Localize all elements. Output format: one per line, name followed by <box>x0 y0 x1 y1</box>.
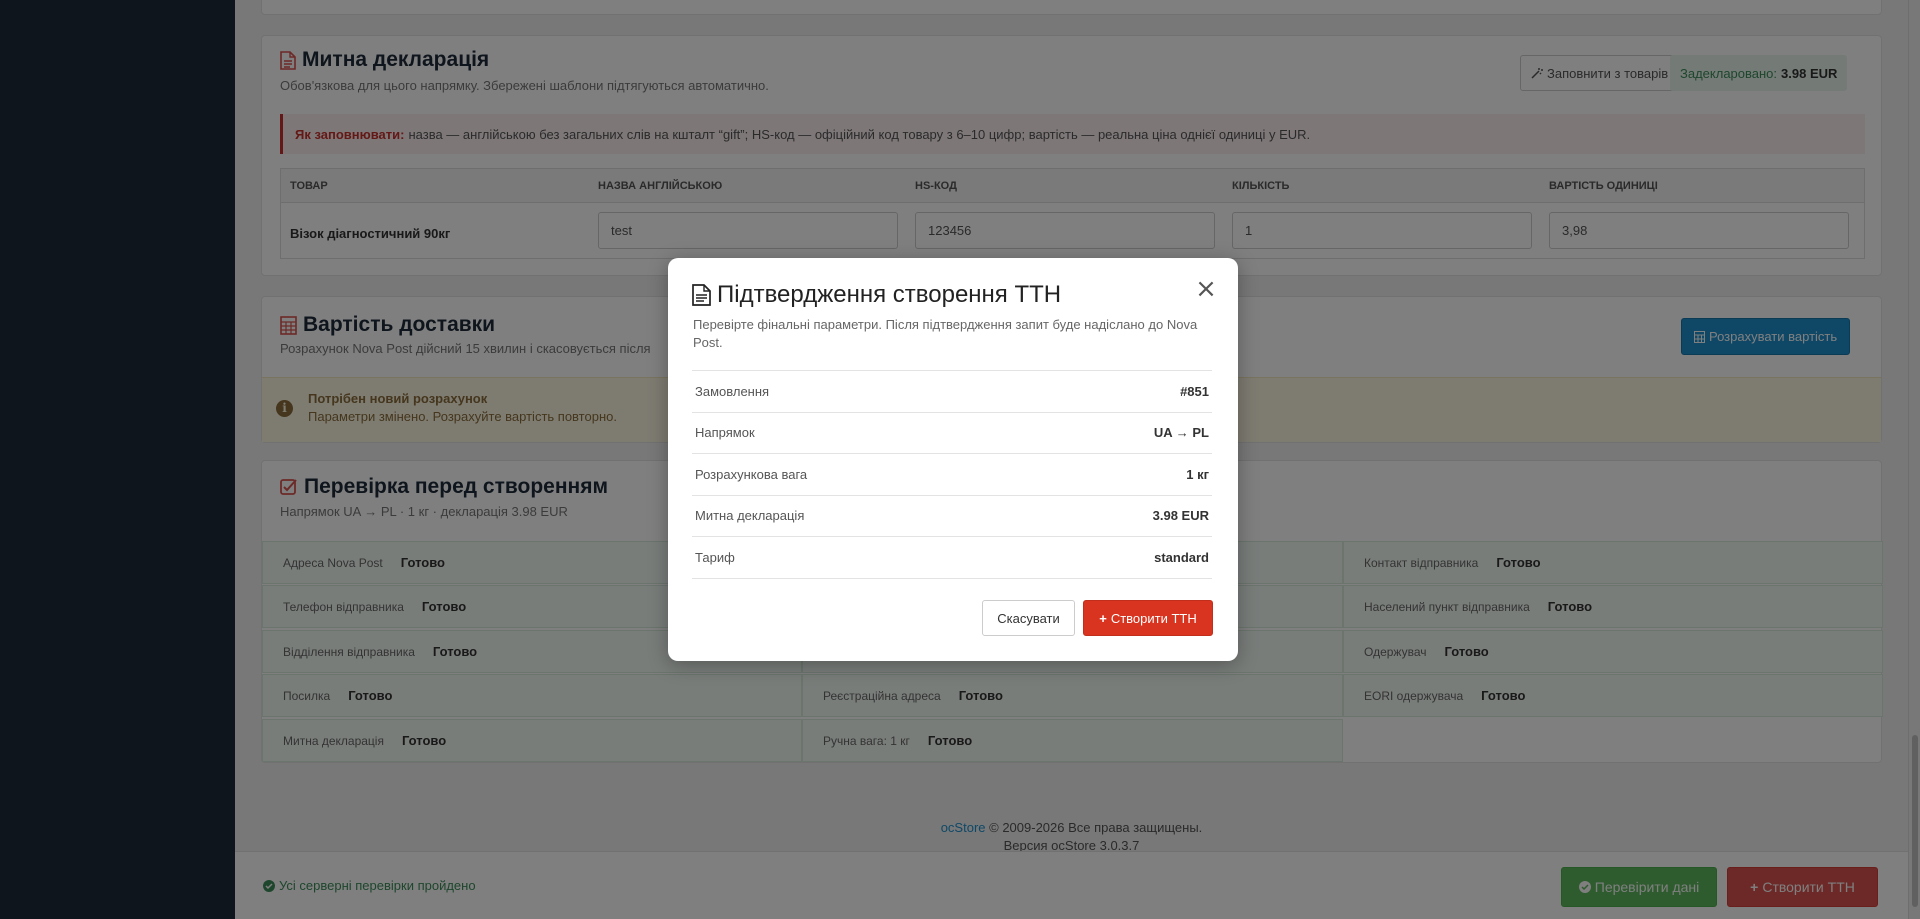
summary-row: Тариф standard <box>692 537 1212 579</box>
confirm-ttn-modal: Підтвердження створення ТТН × Перевірте … <box>668 258 1238 661</box>
plus-icon: + <box>1099 610 1107 626</box>
file-icon <box>692 284 711 306</box>
close-icon[interactable]: × <box>1194 276 1218 302</box>
modal-title: Підтвердження створення ТТН <box>692 281 1061 309</box>
modal-title-text: Підтвердження створення ТТН <box>717 281 1062 308</box>
summary-row: Розрахункова вага 1 кг <box>692 454 1212 496</box>
summary-value: standard <box>1154 549 1209 565</box>
modal-subtitle: Перевірте фінальні параметри. Після підт… <box>693 317 1198 350</box>
summary-value: #851 <box>1180 383 1209 399</box>
summary-value: UA → PL <box>1153 425 1209 441</box>
summary-list: Замовлення #851 Напрямок UA → PL Розрахунк… <box>692 370 1212 579</box>
summary-row: Замовлення #851 <box>692 371 1212 413</box>
confirm-button-label: Створити ТТН <box>1110 610 1197 626</box>
summary-key: Напрямок <box>695 425 755 441</box>
summary-value: 1 кг <box>1186 466 1209 482</box>
cancel-button[interactable]: Скасувати <box>982 600 1075 636</box>
summary-value: 3.98 EUR <box>1152 508 1209 524</box>
summary-key: Тариф <box>695 549 735 565</box>
summary-key: Розрахункова вага <box>695 466 808 482</box>
summary-key: Замовлення <box>695 383 770 399</box>
confirm-create-ttn-button[interactable]: + Створити ТТН <box>1083 600 1213 636</box>
summary-row: Напрямок UA → PL <box>692 413 1212 454</box>
summary-row: Митна декларація 3.98 EUR <box>692 496 1212 537</box>
summary-key: Митна декларація <box>695 508 805 524</box>
